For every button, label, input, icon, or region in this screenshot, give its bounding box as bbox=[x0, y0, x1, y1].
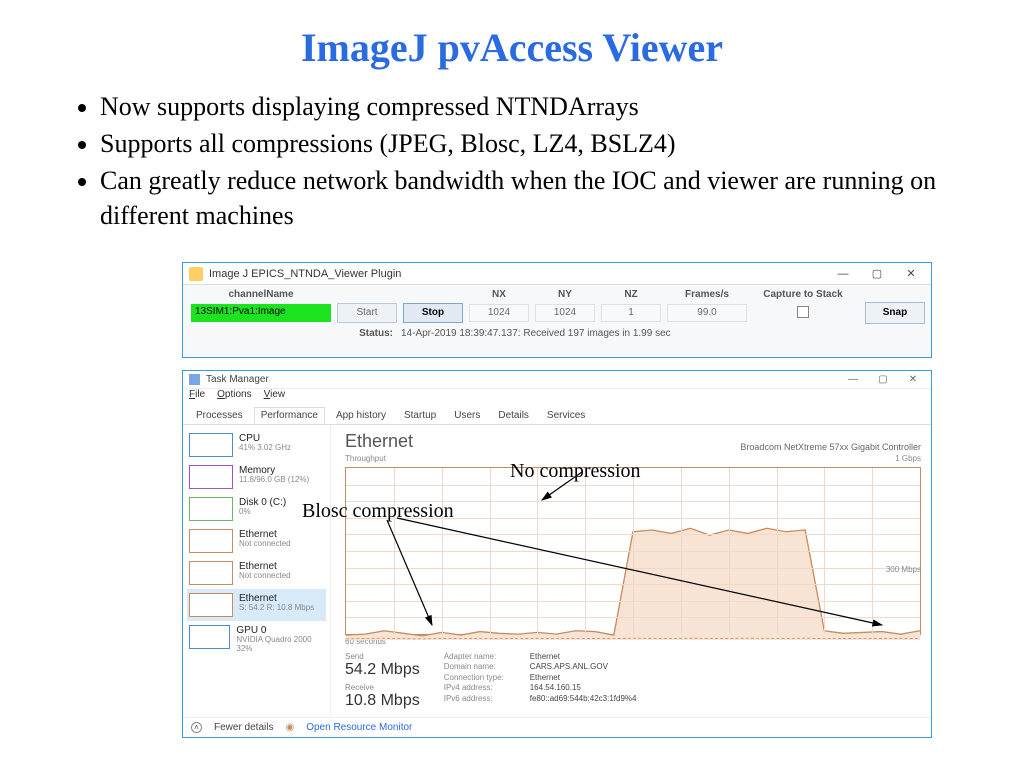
prop-row: Adapter name:Ethernet bbox=[444, 652, 637, 662]
sidebar-item-eth1[interactable]: EthernetNot connected bbox=[187, 557, 326, 589]
metric-subtitle: Not connected bbox=[239, 540, 291, 549]
metric-subtitle: 41% 3.02 GHz bbox=[239, 444, 291, 453]
sparkline-icon bbox=[189, 593, 233, 617]
start-button[interactable]: Start bbox=[337, 303, 397, 323]
metric-subtitle: 11.8/96.0 GB (12%) bbox=[239, 476, 309, 485]
sparkline-icon bbox=[189, 625, 230, 649]
nz-value: 1 bbox=[601, 304, 661, 322]
throughput-mid-scale: 300 Mbps bbox=[886, 565, 921, 574]
nx-label: NX bbox=[469, 289, 529, 300]
menu-options[interactable]: Options bbox=[217, 389, 251, 405]
receive-value: 10.8 Mbps bbox=[345, 692, 420, 710]
tab-services[interactable]: Services bbox=[540, 407, 592, 424]
ny-label: NY bbox=[535, 289, 595, 300]
sparkline-icon bbox=[189, 497, 233, 521]
annotation-blosc: Blosc compression bbox=[302, 500, 454, 523]
prop-row: IPv4 address:164.54.160.15 bbox=[444, 683, 637, 693]
prop-row: Connection type:Ethernet bbox=[444, 673, 637, 683]
bullet-item: Now supports displaying compressed NTNDA… bbox=[100, 89, 950, 124]
tab-details[interactable]: Details bbox=[491, 407, 536, 424]
maximize-icon[interactable]: ▢ bbox=[871, 374, 895, 385]
fps-label: Frames/s bbox=[667, 289, 747, 300]
menu-file[interactable]: File bbox=[189, 389, 205, 405]
sparkline-icon bbox=[189, 529, 233, 553]
snap-button[interactable]: Snap bbox=[865, 302, 925, 324]
sparkline-icon bbox=[189, 433, 233, 457]
tab-app-history[interactable]: App history bbox=[329, 407, 393, 424]
sidebar-item-cpu[interactable]: CPU41% 3.02 GHz bbox=[187, 429, 326, 461]
throughput-max: 1 Gbps bbox=[895, 454, 921, 463]
tab-performance[interactable]: Performance bbox=[254, 407, 325, 424]
stop-button[interactable]: Stop bbox=[403, 303, 463, 323]
tm-titlebar: Task Manager — ▢ ✕ bbox=[183, 371, 931, 389]
receive-label: Receive bbox=[345, 683, 420, 692]
prop-row: Domain name:CARS.APS.ANL.GOV bbox=[444, 662, 637, 672]
menu-view[interactable]: View bbox=[264, 389, 286, 405]
resource-monitor-icon: ◉ bbox=[285, 722, 294, 733]
adapter-name: Broadcom NetXtreme 57xx Gigabit Controll… bbox=[740, 442, 921, 452]
collapse-icon[interactable]: ˄ bbox=[191, 722, 202, 733]
imagej-plugin-window: Image J EPICS_NTNDA_Viewer Plugin — ▢ ✕ … bbox=[182, 262, 932, 358]
java-icon bbox=[189, 267, 203, 281]
throughput-chart bbox=[345, 467, 921, 635]
ny-value: 1024 bbox=[535, 304, 595, 322]
minimize-icon[interactable]: — bbox=[841, 374, 865, 385]
close-icon[interactable]: ✕ bbox=[901, 374, 925, 385]
sidebar-item-eth2[interactable]: EthernetS: 54.2 R: 10.8 Mbps bbox=[187, 589, 326, 621]
bullet-item: Can greatly reduce network bandwidth whe… bbox=[100, 163, 950, 233]
ethernet-heading: Ethernet bbox=[345, 431, 413, 452]
tm-menubar: File Options View bbox=[183, 389, 931, 405]
channel-name-label: channelName bbox=[191, 289, 331, 300]
minimize-icon[interactable]: — bbox=[829, 268, 857, 280]
bullet-list: Now supports displaying compressed NTNDA… bbox=[70, 89, 950, 233]
ij-titlebar: Image J EPICS_NTNDA_Viewer Plugin — ▢ ✕ bbox=[183, 263, 931, 285]
tm-window-title: Task Manager bbox=[206, 374, 835, 385]
sidebar-item-gpu[interactable]: GPU 0NVIDIA Quadro 2000 32% bbox=[187, 621, 326, 658]
prop-row: IPv6 address:fe80::ad69:544b:42c3:1fd9%4 bbox=[444, 694, 637, 704]
metric-subtitle: S: 54.2 R: 10.8 Mbps bbox=[239, 604, 314, 613]
ij-window-title: Image J EPICS_NTNDA_Viewer Plugin bbox=[209, 268, 823, 280]
sparkline-icon bbox=[189, 465, 233, 489]
fps-value: 99.0 bbox=[667, 304, 747, 322]
nx-value: 1024 bbox=[469, 304, 529, 322]
tab-startup[interactable]: Startup bbox=[397, 407, 443, 424]
capture-checkbox[interactable] bbox=[753, 306, 853, 321]
tab-processes[interactable]: Processes bbox=[189, 407, 250, 424]
tab-users[interactable]: Users bbox=[447, 407, 487, 424]
task-manager-icon bbox=[189, 374, 200, 385]
sidebar-item-eth0[interactable]: EthernetNot connected bbox=[187, 525, 326, 557]
task-manager-window: Task Manager — ▢ ✕ File Options View Pro… bbox=[182, 370, 932, 738]
send-value: 54.2 Mbps bbox=[345, 661, 420, 679]
send-label: Send bbox=[345, 652, 420, 661]
status-label: Status: bbox=[193, 328, 401, 339]
close-icon[interactable]: ✕ bbox=[897, 267, 925, 280]
status-text: 14-Apr-2019 18:39:47.137: Received 197 i… bbox=[401, 328, 671, 339]
sparkline-icon bbox=[189, 561, 233, 585]
metric-subtitle: Not connected bbox=[239, 572, 291, 581]
sidebar-item-mem[interactable]: Memory11.8/96.0 GB (12%) bbox=[187, 461, 326, 493]
maximize-icon[interactable]: ▢ bbox=[863, 267, 891, 280]
fewer-details-link[interactable]: Fewer details bbox=[214, 722, 273, 733]
channel-name-field[interactable]: 13SIM1:Pva1:Image bbox=[191, 304, 331, 322]
tm-tabs: Processes Performance App history Startu… bbox=[183, 405, 931, 425]
capture-label: Capture to Stack bbox=[753, 289, 853, 300]
adapter-properties: Adapter name:EthernetDomain name:CARS.AP… bbox=[444, 652, 637, 710]
annotation-no-compression: No compression bbox=[510, 460, 641, 483]
nz-label: NZ bbox=[601, 289, 661, 300]
throughput-label: Throughput bbox=[345, 454, 386, 463]
metric-subtitle: NVIDIA Quadro 2000 32% bbox=[236, 636, 324, 654]
bullet-item: Supports all compressions (JPEG, Blosc, … bbox=[100, 126, 950, 161]
metric-subtitle: 0% bbox=[239, 508, 286, 517]
slide-title: ImageJ pvAccess Viewer bbox=[0, 0, 1024, 71]
tm-footer: ˄ Fewer details ◉ Open Resource Monitor bbox=[183, 717, 931, 737]
open-resource-monitor-link[interactable]: Open Resource Monitor bbox=[306, 722, 412, 733]
tm-sidebar: CPU41% 3.02 GHzMemory11.8/96.0 GB (12%)D… bbox=[183, 425, 331, 717]
